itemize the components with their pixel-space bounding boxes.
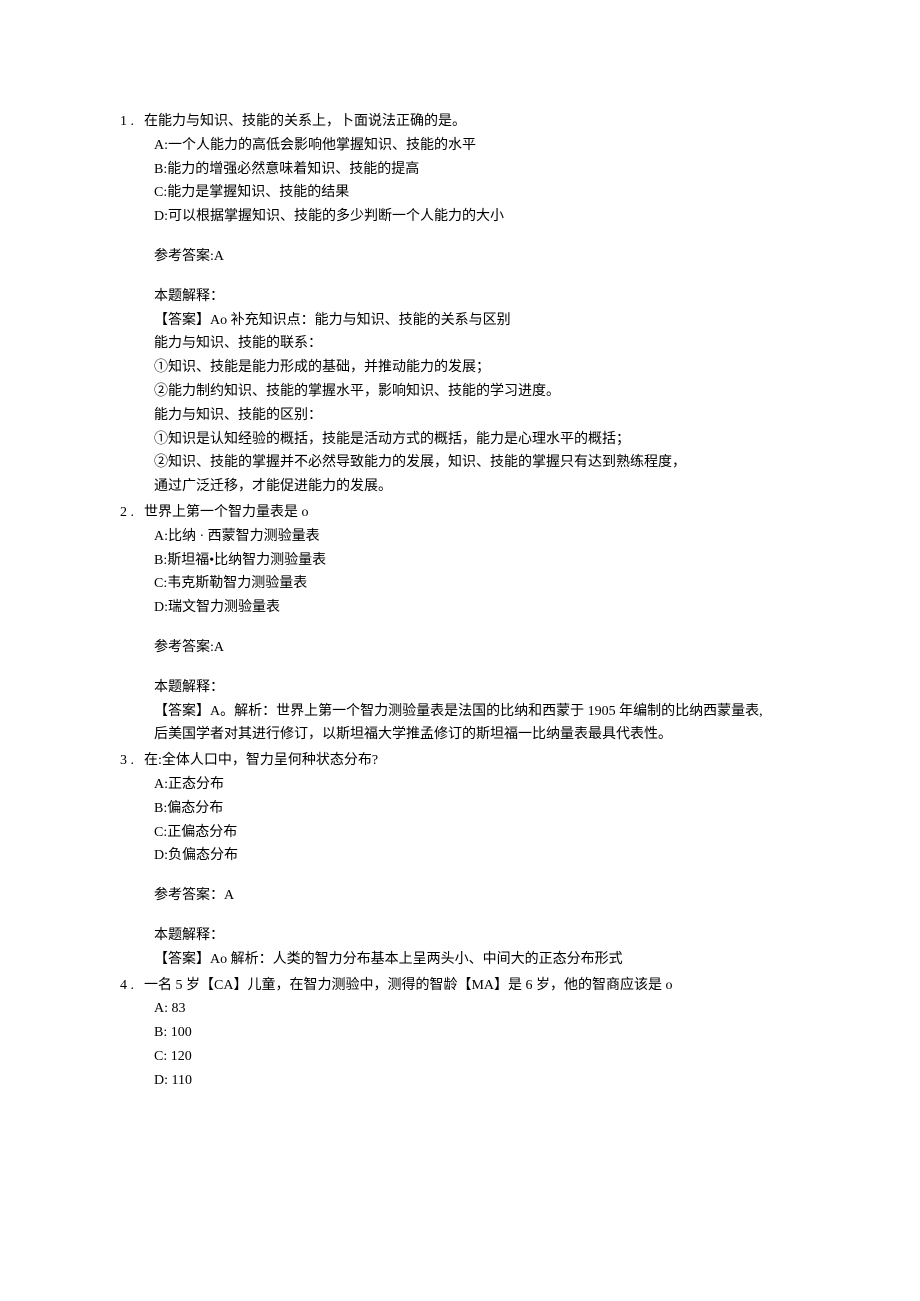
explain-line: 能力与知识、技能的区别： <box>154 404 820 428</box>
explanation: 本题解释： 【答案】Ao 解析：人类的智力分布基本上呈两头小、中间大的正态分布形… <box>120 924 820 972</box>
explain-line: ①知识是认知经验的概括，技能是活动方式的概括，能力是心理水平的概括； <box>154 428 820 452</box>
question-number: 2 . <box>120 501 144 525</box>
explain-label: 本题解释： <box>154 924 820 948</box>
options: A:正态分布 B:偏态分布 C:正偏态分布 D:负偏态分布 <box>120 773 820 868</box>
explain-line: 后美国学者对其进行修订，以斯坦福大学推孟修订的斯坦福一比纳量表最具代表性。 <box>154 723 820 747</box>
question-header: 2 . 世界上第一个智力量表是 o <box>120 501 820 525</box>
question-1: 1 . 在能力与知识、技能的关系上，卜面说法正确的是。 A:一个人能力的高低会影… <box>120 110 820 499</box>
explain-line: 【答案】Ao 补充知识点：能力与知识、技能的关系与区别 <box>154 309 820 333</box>
question-3: 3 . 在:全体人口中，智力呈何种状态分布? A:正态分布 B:偏态分布 C:正… <box>120 749 820 971</box>
question-stem: 在能力与知识、技能的关系上，卜面说法正确的是。 <box>144 110 820 134</box>
explain-line: ②能力制约知识、技能的掌握水平，影响知识、技能的学习进度。 <box>154 380 820 404</box>
reference-answer: 参考答案:A <box>120 245 820 269</box>
question-4: 4 . 一名 5 岁【CA】儿童，在智力测验中，测得的智龄【MA】是 6 岁，他… <box>120 974 820 1093</box>
options: A:一个人能力的高低会影响他掌握知识、技能的水平 B:能力的增强必然意味着知识、… <box>120 134 820 229</box>
option-b: B: 100 <box>154 1021 820 1045</box>
option-c: C:能力是掌握知识、技能的结果 <box>154 181 820 205</box>
option-a: A:比纳 · 西蒙智力测验量表 <box>154 525 820 549</box>
option-b: B:斯坦福•比纳智力测验量表 <box>154 549 820 573</box>
option-c: C:正偏态分布 <box>154 821 820 845</box>
question-2: 2 . 世界上第一个智力量表是 o A:比纳 · 西蒙智力测验量表 B:斯坦福•… <box>120 501 820 747</box>
explain-line: ①知识、技能是能力形成的基础，并推动能力的发展； <box>154 356 820 380</box>
explanation: 本题解释： 【答案】Ao 补充知识点：能力与知识、技能的关系与区别 能力与知识、… <box>120 285 820 499</box>
option-b: B:偏态分布 <box>154 797 820 821</box>
option-d: D: 110 <box>154 1069 820 1093</box>
option-c: C:韦克斯勒智力测验量表 <box>154 572 820 596</box>
options: A:比纳 · 西蒙智力测验量表 B:斯坦福•比纳智力测验量表 C:韦克斯勒智力测… <box>120 525 820 620</box>
question-stem: 在:全体人口中，智力呈何种状态分布? <box>144 749 820 773</box>
reference-answer: 参考答案：A <box>120 884 820 908</box>
option-a: A: 83 <box>154 997 820 1021</box>
question-number: 4 . <box>120 974 144 998</box>
option-c: C: 120 <box>154 1045 820 1069</box>
reference-answer: 参考答案:A <box>120 636 820 660</box>
question-header: 1 . 在能力与知识、技能的关系上，卜面说法正确的是。 <box>120 110 820 134</box>
explain-line: 【答案】A。解析：世界上第一个智力测验量表是法国的比纳和西蒙于 1905 年编制… <box>154 700 820 724</box>
explain-line: ②知识、技能的掌握并不必然导致能力的发展，知识、技能的掌握只有达到熟练程度， <box>154 451 820 475</box>
option-a: A:一个人能力的高低会影响他掌握知识、技能的水平 <box>154 134 820 158</box>
question-number: 3 . <box>120 749 144 773</box>
explanation: 本题解释： 【答案】A。解析：世界上第一个智力测验量表是法国的比纳和西蒙于 19… <box>120 676 820 747</box>
explain-line: 能力与知识、技能的联系： <box>154 332 820 356</box>
option-d: D:瑞文智力测验量表 <box>154 596 820 620</box>
question-header: 4 . 一名 5 岁【CA】儿童，在智力测验中，测得的智龄【MA】是 6 岁，他… <box>120 974 820 998</box>
option-d: D:可以根据掌握知识、技能的多少判断一个人能力的大小 <box>154 205 820 229</box>
question-stem: 一名 5 岁【CA】儿童，在智力测验中，测得的智龄【MA】是 6 岁，他的智商应… <box>144 974 820 998</box>
explain-label: 本题解释： <box>154 285 820 309</box>
explain-label: 本题解释： <box>154 676 820 700</box>
question-stem: 世界上第一个智力量表是 o <box>144 501 820 525</box>
options: A: 83 B: 100 C: 120 D: 110 <box>120 997 820 1092</box>
option-a: A:正态分布 <box>154 773 820 797</box>
question-number: 1 . <box>120 110 144 134</box>
explain-line: 通过广泛迁移，才能促进能力的发展。 <box>154 475 820 499</box>
option-d: D:负偏态分布 <box>154 844 820 868</box>
question-header: 3 . 在:全体人口中，智力呈何种状态分布? <box>120 749 820 773</box>
explain-line: 【答案】Ao 解析：人类的智力分布基本上呈两头小、中间大的正态分布形式 <box>154 948 820 972</box>
option-b: B:能力的增强必然意味着知识、技能的提高 <box>154 158 820 182</box>
